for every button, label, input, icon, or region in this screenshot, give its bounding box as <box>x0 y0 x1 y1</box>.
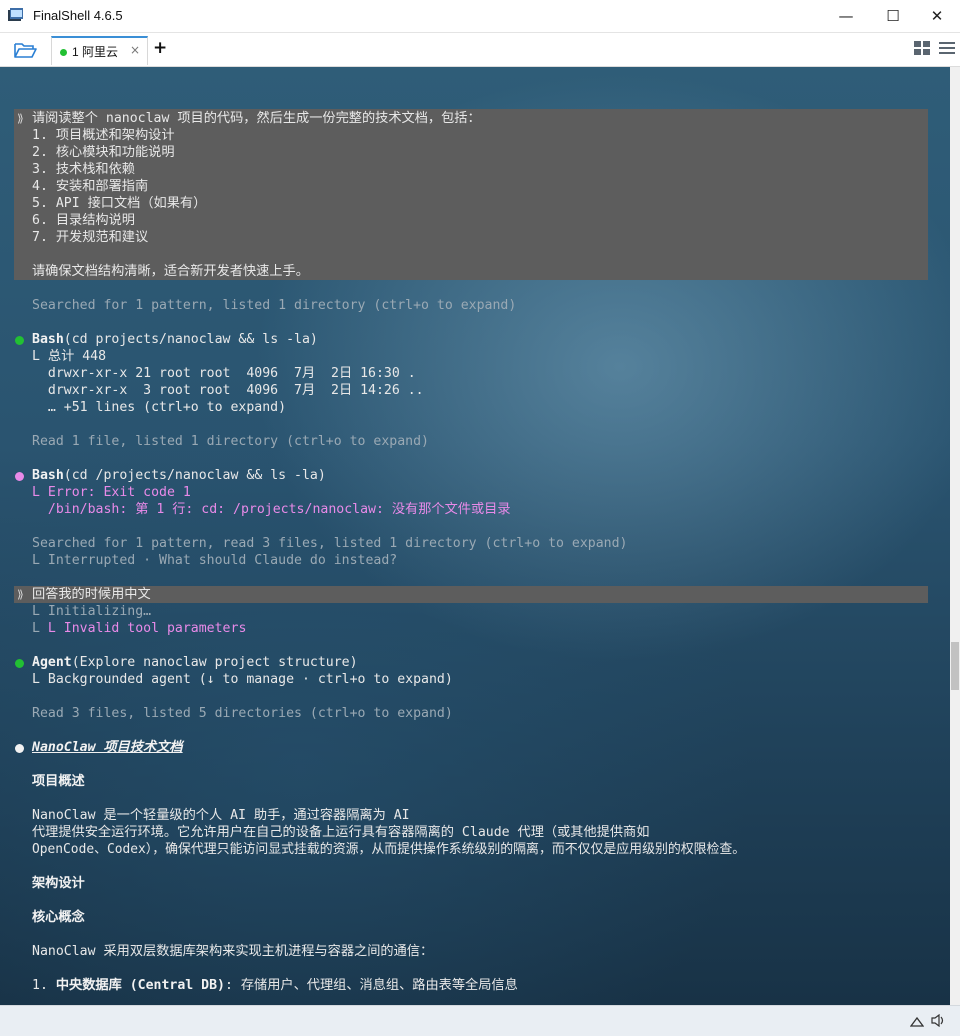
prompt-line: 1. 项目概述和架构设计 <box>32 128 175 143</box>
title-bar: FinalShell 4.6.5 — ☐ ✕ <box>0 0 960 33</box>
invalid-params-text: L Invalid tool parameters <box>47 621 247 636</box>
tab-close-icon[interactable]: × <box>130 43 140 57</box>
search-summary: Searched for 1 pattern, listed 1 directo… <box>32 298 517 313</box>
doc-title-text: NanoClaw 项目技术文档 <box>32 740 183 755</box>
prompt-line: 4. 安装和部署指南 <box>32 179 149 194</box>
open-folder-icon[interactable] <box>12 39 38 61</box>
status-bar <box>0 1005 960 1036</box>
read-summary: Read 1 file, listed 1 directory (ctrl+o … <box>32 434 429 449</box>
prompt-line: 2. 核心模块和功能说明 <box>32 145 175 160</box>
doc-heading: 项目概述 <box>32 774 85 789</box>
doc-heading: 核心概念 <box>32 910 85 925</box>
tab-bar: 1 阿里云 × + <box>0 33 960 67</box>
prompt-line: 6. 目录结构说明 <box>32 213 135 228</box>
error-status-icon <box>15 472 24 481</box>
invalid-params-line: L L Invalid tool parameters <box>32 621 247 636</box>
error-detail-line: /bin/bash: 第 1 行: cd: /projects/nanoclaw… <box>32 502 511 517</box>
user-prompt-block <box>14 586 928 603</box>
window-title: FinalShell 4.6.5 <box>33 8 123 23</box>
tool-call-line: Bash(cd /projects/nanoclaw && ls -la) <box>32 467 326 484</box>
tool-args: (cd /projects/nanoclaw && ls -la) <box>63 468 326 483</box>
scrollbar-thumb[interactable] <box>951 642 959 690</box>
terminal-scrollbar[interactable] <box>950 67 960 1005</box>
bullet-icon <box>15 744 24 753</box>
tool-output-line: drwxr-xr-x 21 root root 4096 7月 2日 16:30… <box>32 366 416 381</box>
tool-args: (Explore nanoclaw project structure) <box>71 655 358 670</box>
tool-args: (cd projects/nanoclaw && ls -la) <box>63 332 318 347</box>
terminal-area[interactable]: ⟫ 请阅读整个 nanoclaw 项目的代码，然后生成一份完整的技术文档，包括：… <box>0 67 950 1005</box>
doc-paragraph-line: OpenCode、Codex），确保代理只能访问显式挂载的资源，从而提供操作系统… <box>32 842 746 857</box>
doc-title: NanoClaw 项目技术文档 <box>32 739 183 756</box>
list-item-bold: 中央数据库 (Central DB) <box>55 978 225 993</box>
keyboard-icon[interactable] <box>910 1015 924 1027</box>
interrupted-line: L Interrupted · What should Claude do in… <box>32 553 398 568</box>
success-status-icon <box>15 659 24 668</box>
prompt-chevron-icon: ⟫ <box>17 112 24 125</box>
tool-name: Bash <box>32 468 64 483</box>
grid-layout-icon[interactable] <box>914 41 931 56</box>
tab-session[interactable]: 1 阿里云 × <box>51 36 148 65</box>
close-button[interactable]: ✕ <box>914 0 960 32</box>
prompt-line: 请确保文档结构清晰，适合新开发者快速上手。 <box>32 264 309 279</box>
prompt-line: 7. 开发规范和建议 <box>32 230 149 245</box>
tool-name: Agent <box>32 655 72 670</box>
prompt-line: 回答我的时候用中文 <box>32 587 151 602</box>
tool-output-line: L 总计 448 <box>32 349 107 364</box>
search-summary: Searched for 1 pattern, read 3 files, li… <box>32 536 628 551</box>
tab-label: 1 阿里云 <box>72 45 119 59</box>
finalshell-app-icon <box>8 8 23 21</box>
error-line: L Error: Exit code 1 <box>32 485 191 500</box>
initializing-line: L Initializing… <box>32 604 152 619</box>
tool-output-line: … +51 lines (ctrl+o to expand) <box>32 400 287 415</box>
connection-status-icon <box>60 49 67 56</box>
minimize-button[interactable]: — <box>823 0 869 32</box>
maximize-button[interactable]: ☐ <box>870 0 916 32</box>
list-item-text: : 存储用户、代理组、消息组、路由表等全局信息 <box>224 978 518 993</box>
tool-output-line: L Backgrounded agent (↓ to manage · ctrl… <box>32 672 453 687</box>
prompt-chevron-icon: ⟫ <box>17 588 24 601</box>
doc-paragraph-line: NanoClaw 采用双层数据库架构来实现主机进程与容器之间的通信： <box>32 944 434 959</box>
success-status-icon <box>15 336 24 345</box>
tool-call-line: Bash(cd projects/nanoclaw && ls -la) <box>32 331 318 348</box>
doc-list-item: 1. 中央数据库 (Central DB): 存储用户、代理组、消息组、路由表等… <box>32 977 518 994</box>
prompt-line: 5. API 接口文档（如果有） <box>32 196 207 211</box>
speaker-icon[interactable] <box>931 1014 945 1027</box>
prompt-line: 3. 技术栈和依赖 <box>32 162 135 177</box>
tool-name: Bash <box>32 332 64 347</box>
tool-call-line: Agent(Explore nanoclaw project structure… <box>32 654 358 671</box>
menu-icon[interactable] <box>939 41 956 56</box>
add-tab-button[interactable]: + <box>153 38 167 58</box>
tool-output-line: drwxr-xr-x 3 root root 4096 7月 2日 14:26 … <box>32 383 424 398</box>
read-summary: Read 3 files, listed 5 directories (ctrl… <box>32 706 453 721</box>
list-number: 1. <box>32 978 56 993</box>
doc-paragraph-line: NanoClaw 是一个轻量级的个人 AI 助手，通过容器隔离为 AI <box>32 808 410 823</box>
doc-paragraph-line: 代理提供安全运行环境。它允许用户在自己的设备上运行具有容器隔离的 Claude … <box>32 825 650 840</box>
doc-heading: 架构设计 <box>32 876 85 891</box>
prompt-line: 请阅读整个 nanoclaw 项目的代码，然后生成一份完整的技术文档，包括： <box>32 111 481 126</box>
